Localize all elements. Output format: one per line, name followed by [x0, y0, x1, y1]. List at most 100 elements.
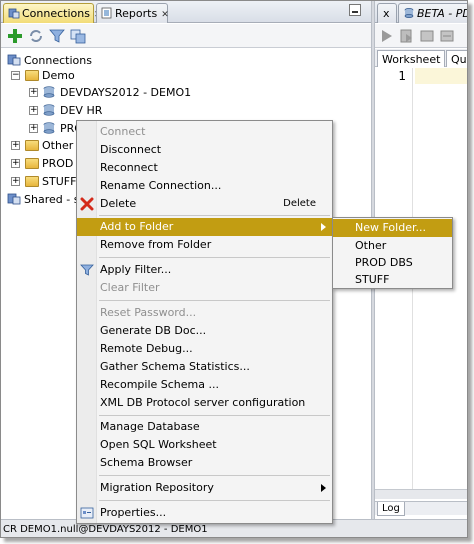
menu-item-properties[interactable]: Properties... — [77, 504, 332, 522]
database-connection-icon — [43, 104, 55, 116]
menu-label: Recompile Schema ... — [100, 378, 219, 391]
menu-shortcut: Delete — [283, 198, 316, 209]
menu-separator — [99, 300, 330, 301]
add-to-folder-submenu: New Folder... Other PROD DBS STUFF — [332, 217, 453, 289]
tree-folder-demo[interactable]: Demo — [25, 67, 75, 84]
menu-item-delete[interactable]: Delete Delete — [77, 195, 332, 213]
menu-label: Properties... — [100, 506, 167, 519]
menu-label: Reset Password... — [100, 306, 197, 319]
menu-item-remove-from-folder[interactable]: Remove from Folder — [77, 236, 332, 254]
refresh-icon[interactable] — [28, 28, 44, 44]
database-icon — [404, 8, 414, 18]
menu-item-manage-database[interactable]: Manage Database — [77, 418, 332, 436]
expand-icon[interactable]: + — [11, 141, 20, 150]
tab-beta-label: BETA - PDB — [417, 7, 467, 20]
worksheet-tab-label: Worksheet — [382, 53, 441, 66]
menu-item-add-to-folder[interactable]: Add to Folder — [77, 218, 332, 236]
menu-label: Manage Database — [100, 420, 200, 433]
tab-query-builder[interactable]: Qu — [446, 50, 467, 67]
expand-icon[interactable]: + — [29, 88, 38, 97]
menu-label: Remove from Folder — [100, 238, 212, 251]
menu-label: Apply Filter... — [100, 263, 172, 276]
reports-icon — [101, 7, 112, 19]
tree-folder-other[interactable]: Other — [25, 137, 73, 154]
menu-item-recompile-schema[interactable]: Recompile Schema ... — [77, 376, 332, 394]
connections-toolbar — [1, 24, 371, 48]
rollback-icon[interactable] — [439, 28, 455, 44]
expand-icon[interactable]: + — [29, 106, 38, 115]
submenu-arrow-icon — [321, 484, 326, 492]
menu-label: Disconnect — [100, 143, 162, 156]
schema-browser-icon[interactable] — [70, 28, 86, 44]
left-tab-bar: Connections✕ Reports✕ — [1, 1, 371, 23]
add-connection-icon[interactable] — [7, 28, 23, 44]
submenu-label: Other — [355, 239, 387, 252]
expand-icon[interactable]: + — [29, 124, 38, 133]
delete-x-icon — [80, 197, 94, 211]
menu-separator — [99, 500, 330, 501]
collapse-icon[interactable]: − — [11, 71, 20, 80]
menu-item-gather-schema-statistics[interactable]: Gather Schema Statistics... — [77, 358, 332, 376]
expand-icon[interactable]: + — [11, 159, 20, 168]
menu-item-clear-filter[interactable]: Clear Filter — [77, 279, 332, 297]
tab-beta-pdb[interactable]: BETA - PDB — [398, 3, 467, 23]
tab-reports[interactable]: Reports ✕ — [96, 3, 169, 23]
submenu-label: STUFF — [355, 273, 390, 286]
submenu-item-stuff[interactable]: STUFF — [333, 271, 452, 289]
tab-close-x[interactable]: x — [377, 3, 397, 23]
menu-label: Migration Repository — [100, 481, 214, 494]
menu-label: Clear Filter — [100, 281, 160, 294]
log-tab-bar: Log — [375, 501, 467, 516]
menu-item-xml-db-protocol[interactable]: XML DB Protocol server configuration — [77, 394, 332, 412]
folder-other-label: Other — [42, 139, 74, 152]
tab-connections[interactable]: Connections✕ — [3, 3, 102, 23]
filter-icon — [80, 264, 94, 276]
submenu-item-other[interactable]: Other — [333, 237, 452, 255]
tab-worksheet[interactable]: Worksheet — [377, 50, 446, 67]
menu-label: Remote Debug... — [100, 342, 193, 355]
folder-stuff-label: STUFF — [42, 175, 77, 188]
connection-label: DEV HR — [60, 104, 103, 117]
run-script-icon[interactable] — [399, 28, 415, 44]
menu-item-schema-browser[interactable]: Schema Browser — [77, 454, 332, 472]
horizontal-scrollbar[interactable] — [375, 489, 467, 499]
context-menu: Connect Disconnect Reconnect Rename Conn… — [76, 120, 333, 524]
tab-connections-label: Connections — [22, 7, 90, 20]
tree-connection-item[interactable]: DEVDAYS2012 - DEMO1 — [43, 84, 191, 101]
database-connection-icon — [43, 86, 55, 98]
menu-item-generate-db-doc[interactable]: Generate DB Doc... — [77, 322, 332, 340]
commit-icon[interactable] — [419, 28, 435, 44]
tree-folder-stuff[interactable]: STUFF — [25, 173, 76, 190]
query-tab-label: Qu — [451, 53, 467, 66]
shared-connections-icon — [7, 193, 21, 205]
menu-item-apply-filter[interactable]: Apply Filter... — [77, 261, 332, 279]
menu-label: Schema Browser — [100, 456, 193, 469]
menu-item-migration-repository[interactable]: Migration Repository — [77, 479, 332, 497]
worksheet-toolbar — [375, 24, 467, 48]
menu-item-connect[interactable]: Connect — [77, 123, 332, 141]
menu-item-remote-debug[interactable]: Remote Debug... — [77, 340, 332, 358]
menu-item-disconnect[interactable]: Disconnect — [77, 141, 332, 159]
menu-label: Reconnect — [100, 161, 158, 174]
connection-label: DEVDAYS2012 - DEMO1 — [60, 86, 192, 99]
submenu-item-prod-dbs[interactable]: PROD DBS — [333, 254, 452, 272]
menu-separator — [99, 257, 330, 258]
run-icon[interactable] — [379, 28, 395, 44]
minimize-icon[interactable] — [349, 4, 361, 16]
tab-log[interactable]: Log — [377, 502, 405, 516]
tree-connection-item[interactable]: DEV HR — [43, 102, 102, 119]
submenu-item-new-folder[interactable]: New Folder... — [333, 219, 452, 237]
menu-item-reconnect[interactable]: Reconnect — [77, 159, 332, 177]
menu-item-rename-connection[interactable]: Rename Connection... — [77, 177, 332, 195]
menu-item-reset-password[interactable]: Reset Password... — [77, 304, 332, 322]
filter-icon[interactable] — [49, 28, 65, 44]
folder-icon — [25, 176, 39, 187]
menu-item-open-sql-worksheet[interactable]: Open SQL Worksheet — [77, 436, 332, 454]
menu-separator — [99, 415, 330, 416]
expand-icon[interactable]: + — [11, 177, 20, 186]
folder-icon — [25, 70, 39, 81]
close-icon[interactable]: ✕ — [161, 10, 169, 20]
tab-reports-label: Reports — [115, 7, 158, 20]
folder-demo-label: Demo — [42, 69, 75, 82]
status-text: CR DEMO1.null@DEVDAYS2012 - DEMO1 — [3, 524, 208, 535]
